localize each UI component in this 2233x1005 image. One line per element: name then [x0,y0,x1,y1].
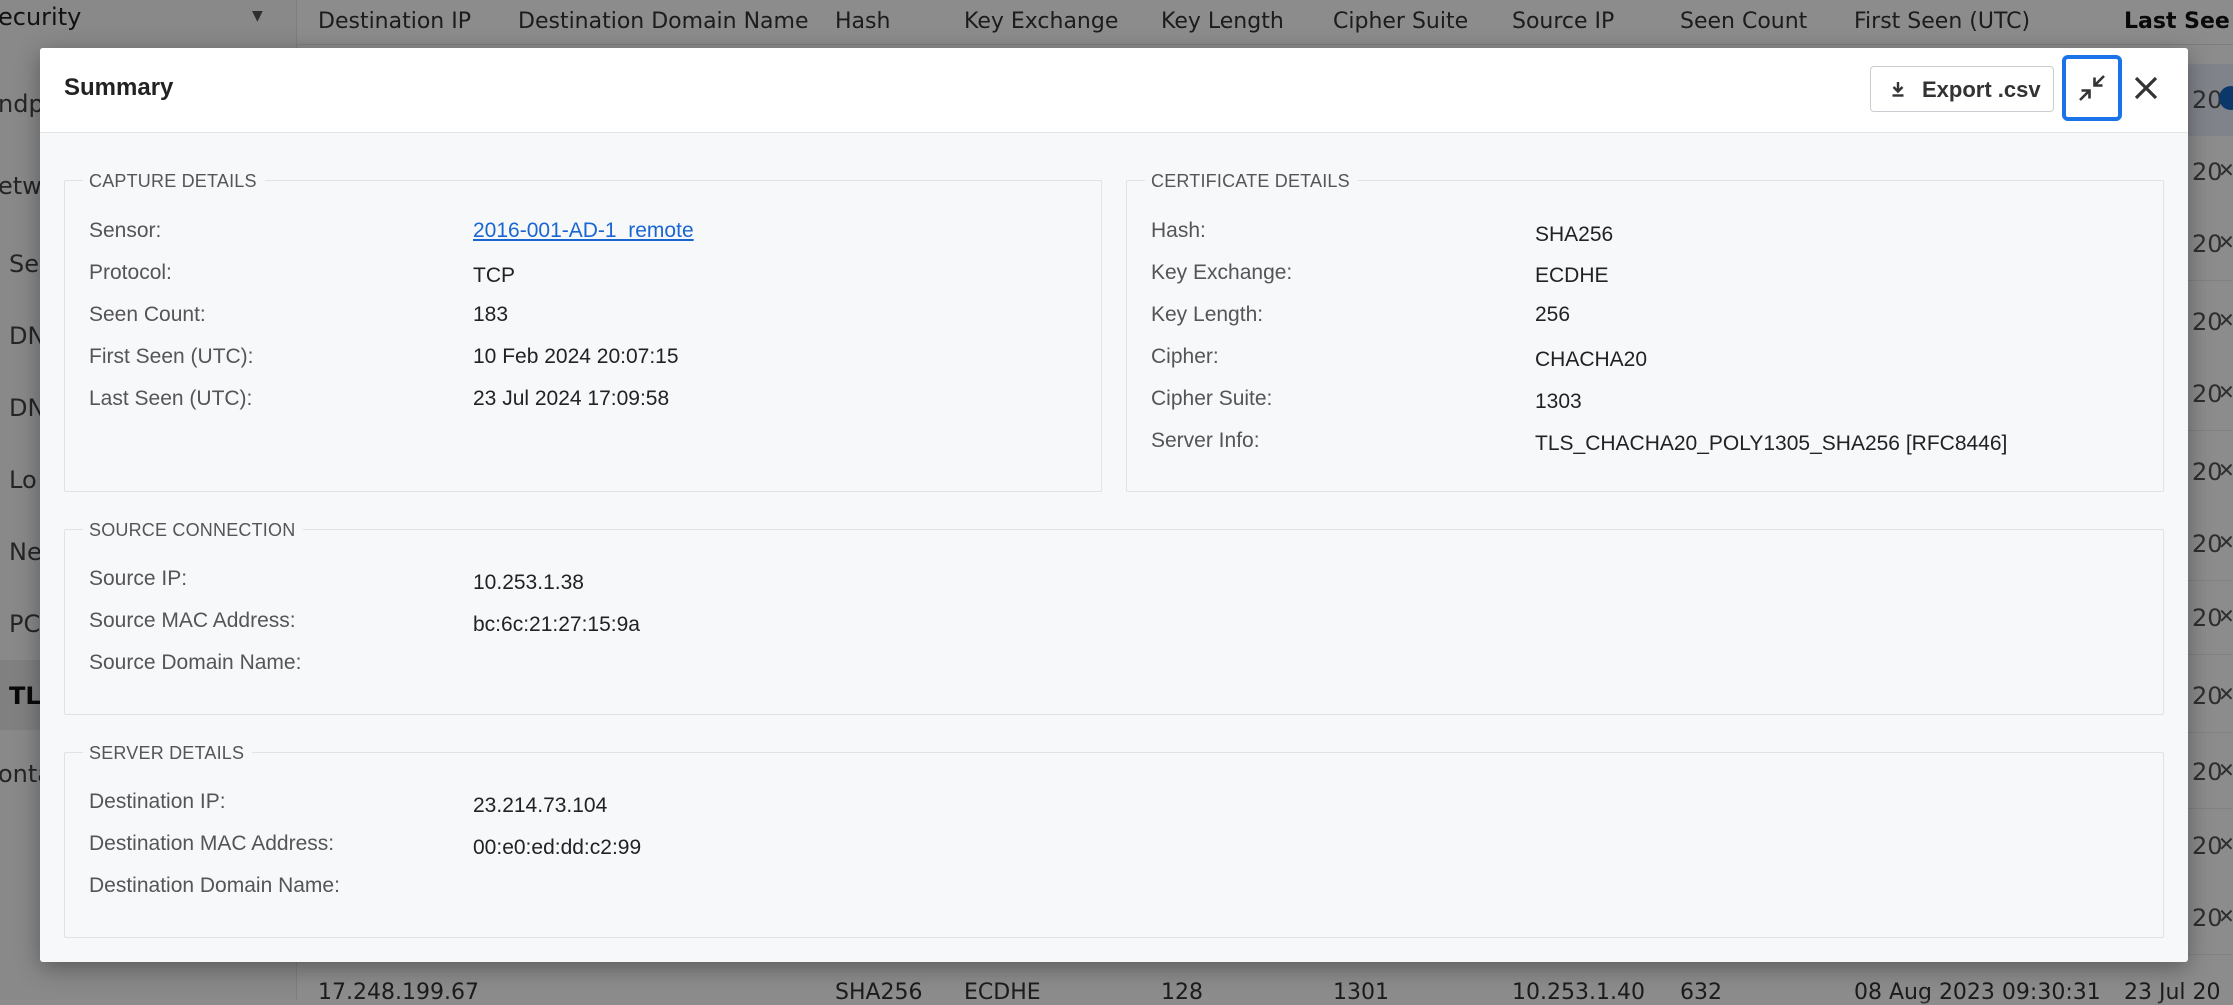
summary-modal: Summary Export .csv CAPTURE DETAILS Sens… [40,48,2188,962]
field-value: 256 [1535,303,1571,326]
source-connection-legend: SOURCE CONNECTION [83,520,304,541]
field-label: Key Exchange: [1151,261,1293,284]
field-label: Destination Domain Name: [89,874,340,897]
field-label: Sensor: [89,219,162,242]
export-csv-button[interactable]: Export .csv [1870,66,2054,112]
field-value: CHACHA20 [1535,348,1648,371]
field-label: Seen Count: [89,303,206,326]
field-label: Source Domain Name: [89,651,302,674]
modal-title: Summary [64,74,174,101]
certificate-details-legend: CERTIFICATE DETAILS [1145,171,1358,192]
field-value: TCP [473,264,515,287]
field-label: Last Seen (UTC): [89,387,253,410]
collapse-button[interactable] [2062,55,2122,121]
server-details-legend: SERVER DETAILS [83,743,253,764]
field-value: 23.214.73.104 [473,794,608,817]
source-connection-panel: SOURCE CONNECTION Source IP: 10.253.1.38… [64,520,2164,715]
field-label: Server Info: [1151,429,1260,452]
field-label: Destination IP: [89,790,226,813]
capture-details-panel: CAPTURE DETAILS Sensor: 2016-001-AD-1_re… [64,171,1102,492]
export-csv-label: Export .csv [1922,77,2041,102]
sensor-link[interactable]: 2016-001-AD-1_remote [473,219,694,243]
download-icon [1892,82,1904,97]
field-value: TLS_CHACHA20_POLY1305_SHA256 [RFC8446] [1535,432,2008,455]
modal-header: Summary Export .csv [40,48,2188,133]
field-label: Key Length: [1151,303,1264,326]
server-details-panel: SERVER DETAILS Destination IP: 23.214.73… [64,743,2164,938]
field-label: Protocol: [89,261,172,284]
field-label: Source MAC Address: [89,609,296,632]
field-label: First Seen (UTC): [89,345,254,368]
field-value: 00:e0:ed:dd:c2:99 [473,836,642,859]
field-value: SHA256 [1535,223,1614,246]
field-value: ECDHE [1535,264,1609,287]
field-value: bc:6c:21:27:15:9a [473,613,640,636]
field-value: 183 [473,303,509,326]
certificate-details-panel: CERTIFICATE DETAILS Hash: SHA256 Key Exc… [1126,171,2164,492]
field-label: Hash: [1151,219,1206,242]
field-value: 1303 [1535,390,1582,413]
collapse-icon [2079,75,2105,101]
field-value: 10 Feb 2024 20:07:15 [473,345,679,368]
field-value: 23 Jul 2024 17:09:58 [473,387,670,410]
field-value: 10.253.1.38 [473,571,584,594]
field-label: Source IP: [89,567,188,590]
capture-details-legend: CAPTURE DETAILS [83,171,265,192]
field-label: Cipher Suite: [1151,387,1273,410]
close-icon[interactable] [2130,72,2162,104]
field-label: Cipher: [1151,345,1219,368]
field-label: Destination MAC Address: [89,832,335,855]
